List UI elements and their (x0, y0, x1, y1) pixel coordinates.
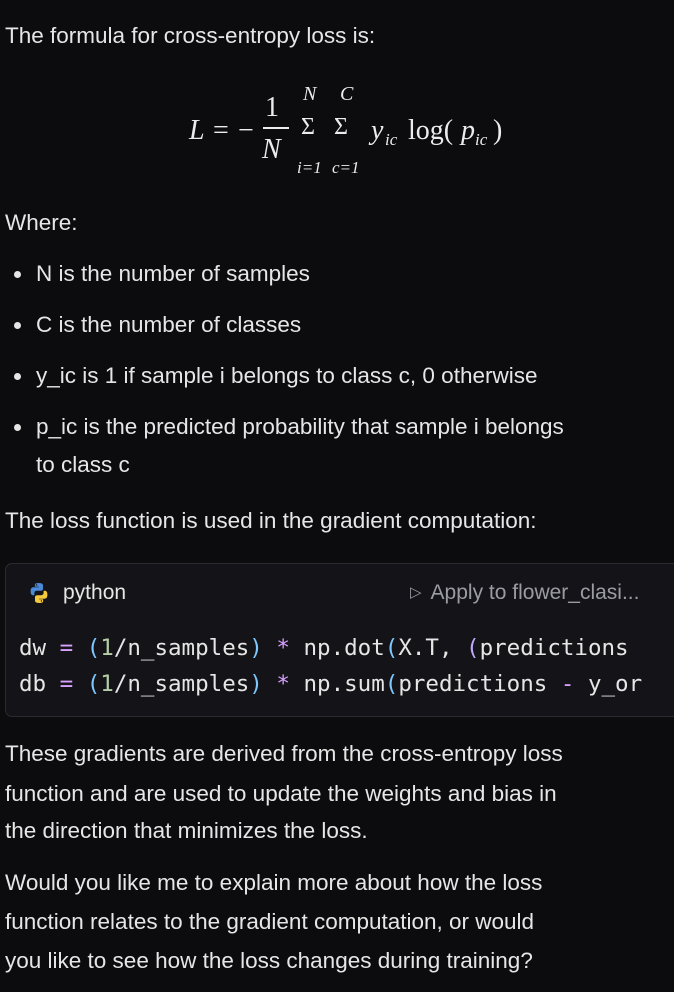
code-line: dw = (1/n_samples) * np.dot(X.T, (predic… (19, 635, 629, 661)
code-token: ( (384, 635, 399, 661)
gradients-text-line: function and are used to update the weig… (5, 781, 557, 806)
code-token: np.sum (303, 671, 385, 697)
question-text-line: Would you like me to explain more about … (5, 870, 543, 895)
term-log: log( (408, 115, 454, 146)
cross-entropy-formula: L = − 1 N N Σ i=1 C Σ c=1 y ic log( p ic… (0, 78, 674, 188)
code-block: python ▷ Apply to flower_clasi... dw = (1… (5, 563, 674, 717)
list-item-text-continued: to class c (36, 451, 130, 477)
list-item: p_ic is the predicted probability that s… (14, 411, 564, 480)
formula-numerator: 1 (265, 92, 279, 123)
code-token: 1 (100, 671, 114, 697)
code-header: python ▷ Apply to flower_clasi... (6, 564, 674, 620)
code-token: - (560, 671, 575, 697)
code-line: db = (1/n_samples) * np.sum(predictions … (19, 671, 642, 697)
question-text-line: function relates to the gradient computa… (5, 909, 535, 934)
code-token: ) (249, 671, 263, 697)
code-token: db (19, 671, 47, 697)
list-item: N is the number of samples (14, 258, 310, 290)
sum2-lower: c=1 (332, 158, 360, 177)
code-token: * (276, 671, 290, 697)
code-token: ( (86, 671, 101, 697)
apply-label: Apply to flower_clasi... (430, 581, 640, 604)
list-item-text: p_ic is the predicted probability that s… (36, 414, 564, 439)
question-text-line: you like to see how the loss changes dur… (5, 948, 533, 973)
code-token: predictions (398, 671, 561, 697)
code-token: ( (384, 671, 399, 697)
sum1-sigma: Σ (301, 114, 315, 140)
code-token: * (276, 635, 290, 661)
term-y: y (371, 115, 384, 146)
play-icon: ▷ (410, 584, 422, 601)
sum2-upper: C (340, 83, 354, 105)
list-item: y_ic is 1 if sample i belongs to class c… (13, 360, 538, 392)
code-content: dw = (1/n_samples) * np.dot(X.T, (predic… (19, 630, 642, 702)
apply-to-file-button[interactable]: ▷ Apply to flower_clasi... (410, 578, 639, 607)
code-language-label: python (63, 581, 127, 604)
sum1-upper: N (303, 83, 317, 105)
formula-lhs: L (189, 115, 205, 146)
fraction-bar (263, 127, 289, 129)
term-y-subscript: ic (385, 130, 398, 149)
gradients-text-line: These gradients are derived from the cro… (5, 741, 563, 766)
sum1-lower: i=1 (297, 158, 322, 177)
code-token: np.dot (303, 635, 385, 661)
code-token: X.T, (398, 635, 467, 661)
code-token: ( (466, 635, 480, 661)
loss-used-text: The loss function is used in the gradien… (5, 508, 537, 533)
code-token: dw (19, 635, 47, 661)
intro-text: The formula for cross-entropy loss is: (5, 23, 376, 48)
sum2-sigma: Σ (334, 114, 348, 140)
code-token: 1 (100, 635, 114, 661)
list-item-text: y_ic is 1 if sample i belongs to class c… (36, 363, 538, 388)
gradients-text-line: the direction that minimizes the loss. (5, 818, 368, 843)
formula-equals: = (213, 115, 229, 146)
term-p: p (461, 115, 475, 146)
list-item-text: N is the number of samples (36, 261, 310, 286)
code-token: = (59, 635, 74, 661)
where-label: Where: (5, 210, 78, 235)
chat-response: The formula for cross-entropy loss is: L… (0, 0, 674, 992)
list-item: C is the number of classes (13, 309, 302, 341)
code-token: /n_samples (113, 635, 250, 661)
code-token: /n_samples (113, 671, 250, 697)
code-token: predictions (479, 635, 629, 661)
python-icon (27, 581, 51, 605)
code-token: ( (86, 635, 101, 661)
formula-minus: − (238, 115, 254, 146)
term-p-subscript: ic (475, 130, 488, 149)
formula-denominator: N (262, 134, 281, 165)
list-item-text: C is the number of classes (36, 312, 302, 337)
code-token: ) (249, 635, 263, 661)
code-token: y_or (574, 671, 643, 697)
term-close: ) (493, 115, 503, 146)
code-token: = (59, 671, 74, 697)
